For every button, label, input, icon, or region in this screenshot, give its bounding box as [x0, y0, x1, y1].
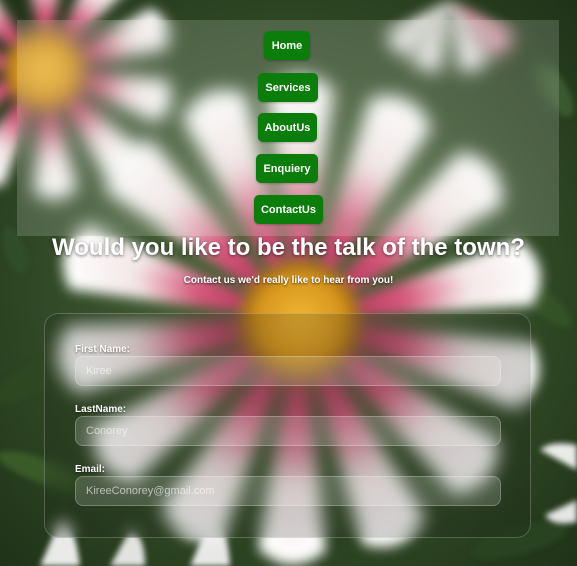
email-label: Email:	[75, 464, 106, 475]
contact-page: Home Services AboutUs Enquiery ContactUs…	[0, 0, 577, 566]
page-headline: Would you like to be the talk of the tow…	[52, 234, 525, 261]
first-name-field[interactable]	[75, 356, 501, 386]
nav-home-button[interactable]: Home	[264, 31, 310, 60]
email-field[interactable]	[75, 476, 501, 506]
page-subheadline: Contact us we'd really like to hear from…	[183, 275, 394, 286]
nav-contactus-button[interactable]: ContactUs	[254, 195, 323, 224]
nav-services-button[interactable]: Services	[258, 73, 318, 102]
first-name-label: First Name:	[75, 344, 131, 355]
nav-aboutus-button[interactable]: AboutUs	[258, 113, 317, 142]
nav-enquiery-button[interactable]: Enquiery	[256, 154, 318, 183]
contact-form: First Name: LastName: Email:	[44, 313, 531, 538]
last-name-label: LastName:	[75, 404, 127, 415]
last-name-field[interactable]	[75, 416, 501, 446]
navigation-panel: Home Services AboutUs Enquiery ContactUs	[17, 20, 559, 236]
